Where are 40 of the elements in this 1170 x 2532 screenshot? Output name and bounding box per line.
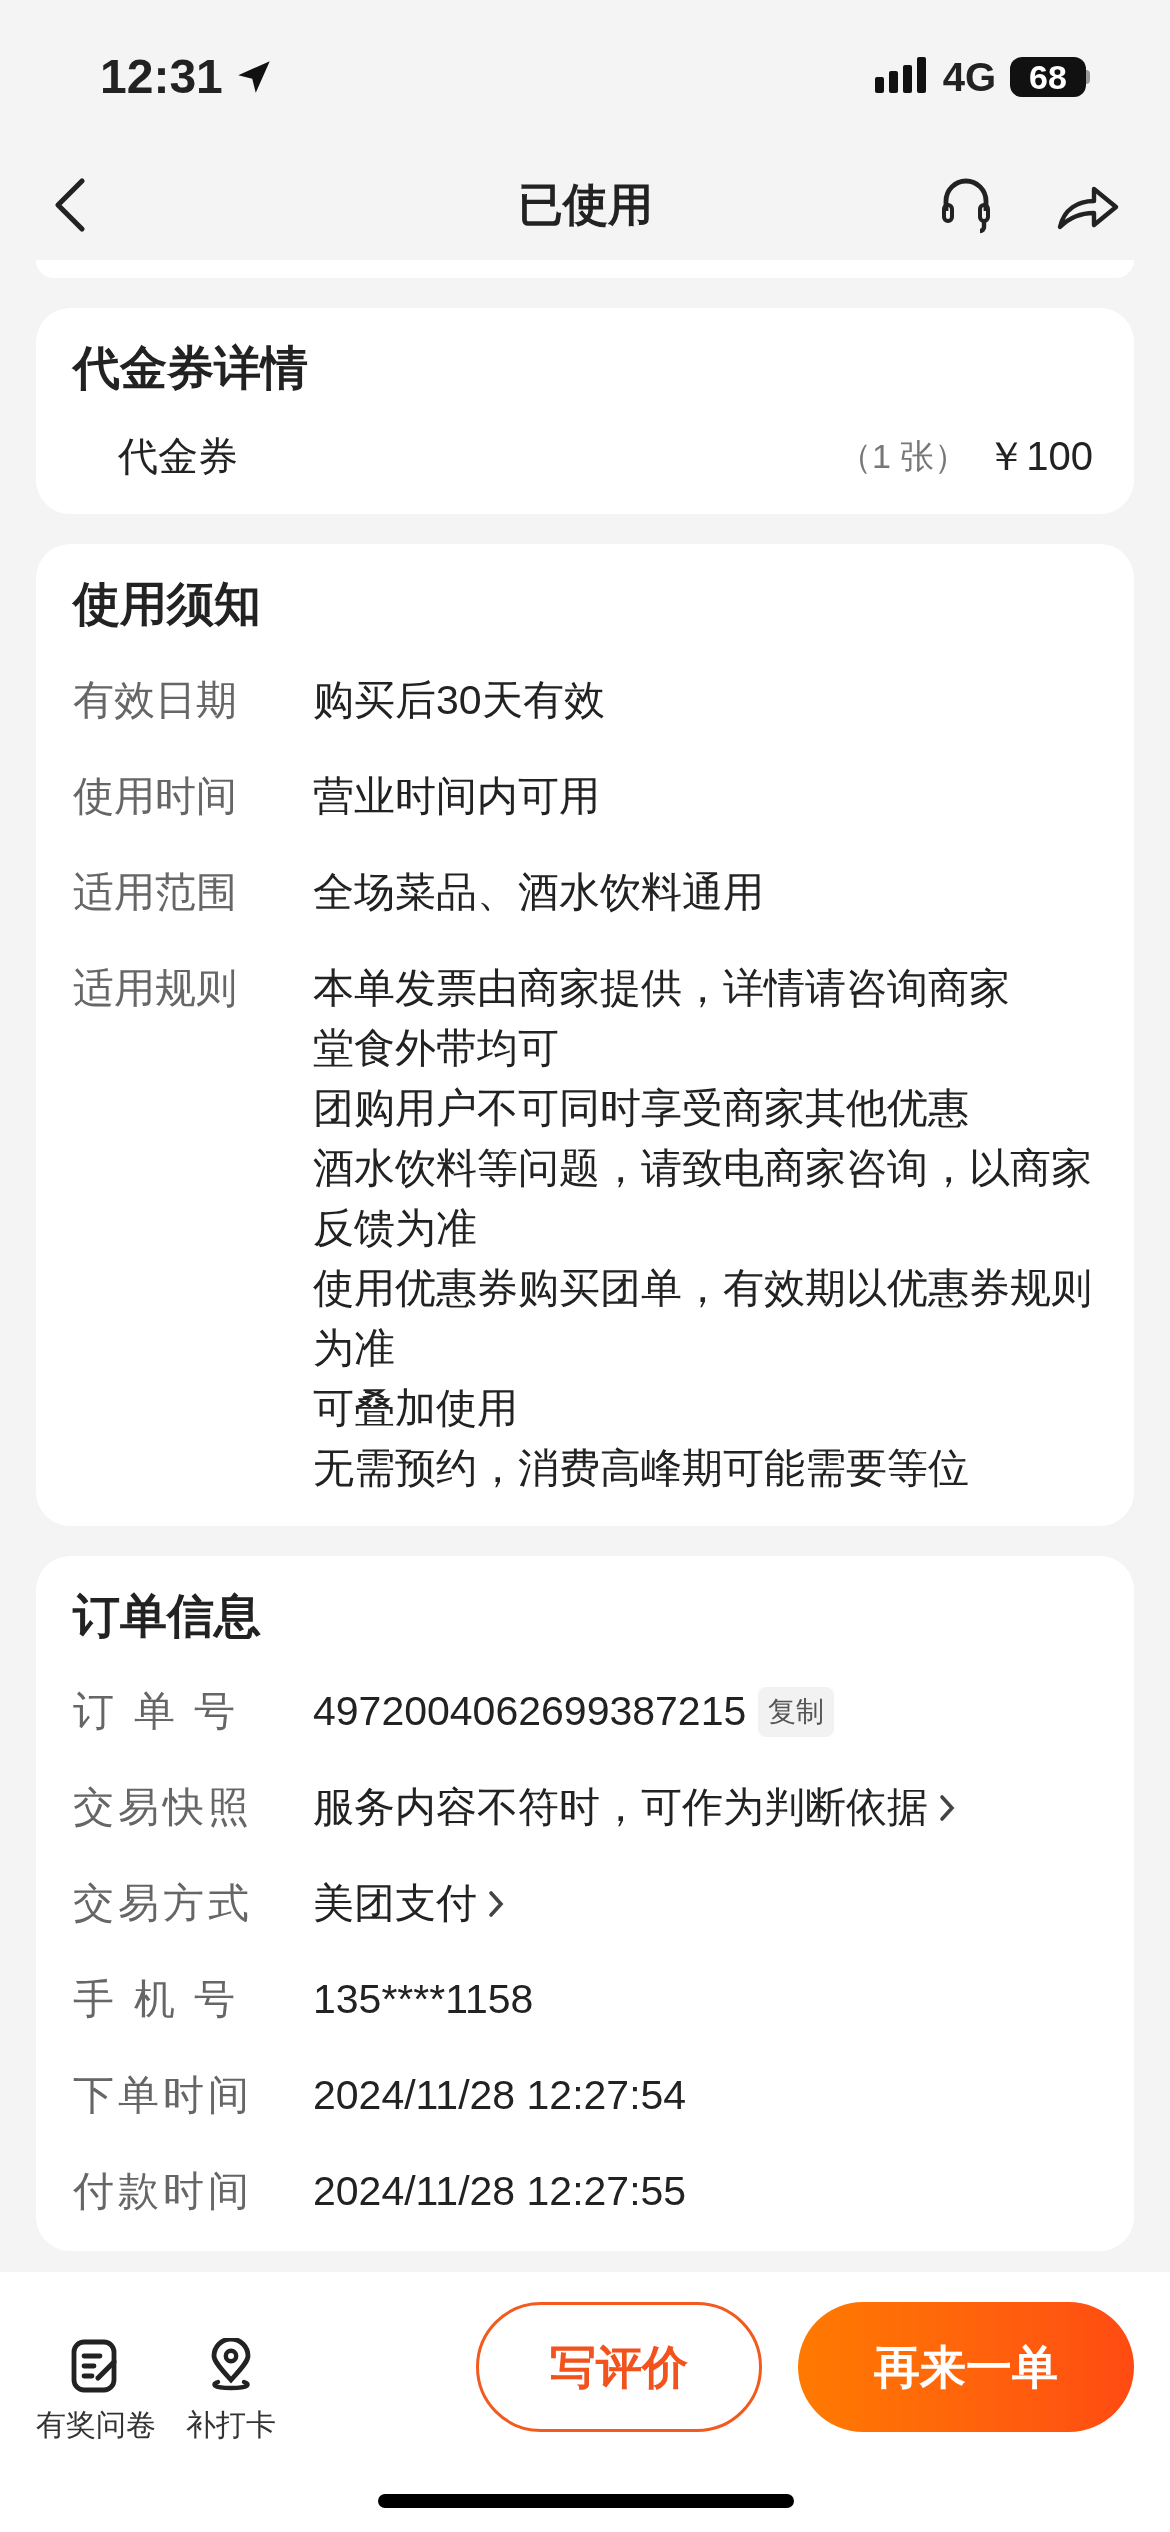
voucher-name: 代金券: [118, 433, 238, 480]
section-title: 代金券详情: [73, 340, 309, 396]
field-label: 适用规则: [73, 964, 238, 1013]
voucher-price: ￥100: [986, 433, 1093, 480]
field-value: 2024/11/28 12:27:54: [313, 2071, 687, 2121]
field-value: 135****1158: [313, 1975, 534, 2025]
field-label: 使用时间: [73, 772, 238, 821]
voucher-quantity: （1 张）: [837, 435, 969, 477]
copy-button[interactable]: 复制: [758, 1687, 835, 1737]
shortcut-label[interactable]: 有奖问卷: [36, 2402, 156, 2447]
field-value: 全场菜品、酒水饮料通用: [313, 868, 765, 917]
field-value: 可叠加使用: [313, 1384, 519, 1433]
field-value: 营业时间内可用: [313, 772, 601, 821]
field-label: 交易方式: [73, 1879, 255, 1929]
field-value: 本单发票由商家提供，详情请咨询商家: [313, 964, 1011, 1013]
field-value: 团购用户不可同时享受商家其他优惠: [313, 1084, 970, 1133]
field-label: 有效日期: [73, 676, 238, 725]
network-type: 4G: [942, 54, 996, 101]
field-value: 酒水饮料等问题，请致电商家咨询，以商家反馈为准: [313, 1144, 1093, 1253]
field-label: 交易快照: [73, 1783, 255, 1833]
chevron-right-icon[interactable]: [487, 1889, 505, 1919]
field-label: 手 机 号: [73, 1975, 241, 2025]
chevron-right-icon[interactable]: [938, 1793, 956, 1823]
page-title: 已使用: [517, 178, 653, 233]
field-label: 下单时间: [73, 2071, 255, 2121]
field-link[interactable]: 美团支付: [313, 1873, 477, 1935]
field-label: 订 单 号: [73, 1687, 241, 1737]
section-title: 使用须知: [73, 576, 262, 632]
field-value: 堂食外带均可: [313, 1024, 560, 1073]
field-value: 使用优惠券购买团单，有效期以优惠券规则为准: [313, 1264, 1093, 1373]
field-label: 适用范围: [73, 868, 238, 917]
field-value: 购买后30天有效: [313, 676, 606, 725]
field-value: 2024/11/28 12:27:55: [313, 2167, 687, 2217]
section-title: 订单信息: [73, 1588, 262, 1644]
shortcut-label[interactable]: 补打卡: [186, 2402, 276, 2447]
field-link[interactable]: 服务内容不符时，可作为判断依据: [313, 1777, 928, 1839]
clock-time: 12:31: [100, 49, 223, 105]
field-label: 付款时间: [73, 2167, 255, 2217]
order-number: 4972004062699387215: [313, 1687, 747, 1737]
field-value: 无需预约，消费高峰期可能需要等位: [313, 1444, 970, 1493]
